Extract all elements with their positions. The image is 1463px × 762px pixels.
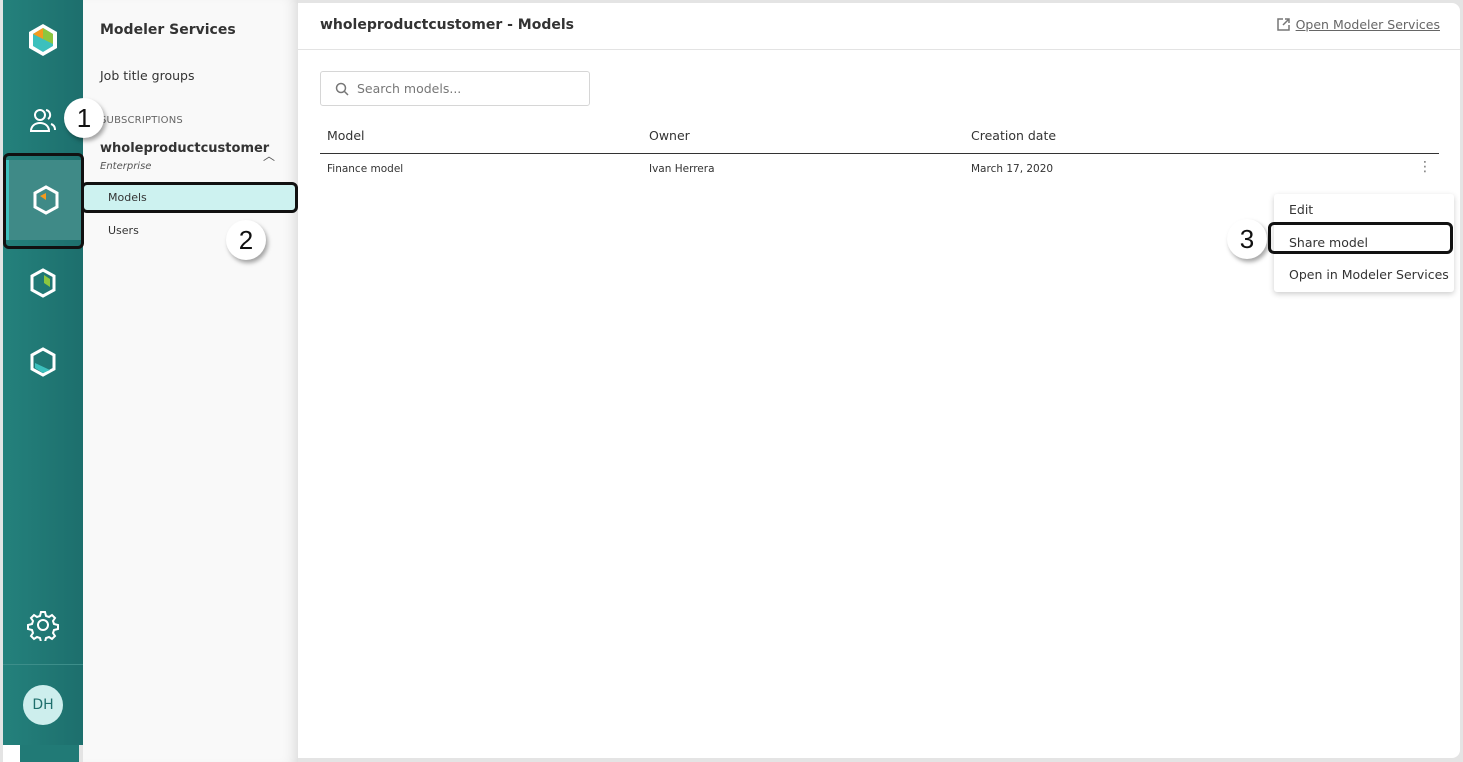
cell-model: Finance model: [327, 163, 404, 175]
secondary-nav: Modeler Services Job title groups SUBSCR…: [83, 0, 298, 762]
menu-item-open-in-modeler[interactable]: Open in Modeler Services: [1274, 259, 1454, 291]
integration-icon[interactable]: [3, 322, 83, 402]
logo-icon[interactable]: [3, 0, 83, 80]
column-header-creation-date[interactable]: Creation date: [971, 128, 1056, 143]
subnav-title: Modeler Services: [100, 22, 236, 38]
chevron-up-icon[interactable]: ︿: [263, 147, 275, 164]
column-header-model[interactable]: Model: [327, 128, 365, 143]
search-icon: [335, 82, 349, 96]
search-box[interactable]: [320, 71, 590, 106]
callout-2: 2: [226, 220, 266, 260]
column-header-owner[interactable]: Owner: [649, 128, 690, 143]
callout-3: 3: [1227, 219, 1267, 259]
rail-tail: [20, 745, 79, 762]
callout-1: 1: [64, 98, 104, 138]
page-title: wholeproductcustomer - Models: [320, 17, 574, 33]
avatar[interactable]: DH: [23, 685, 63, 725]
corner: [3, 745, 20, 762]
highlight-models: [81, 182, 298, 213]
open-modeler-services-link[interactable]: Open Modeler Services: [1276, 17, 1440, 32]
more-options-icon[interactable]: ⋮: [1418, 159, 1432, 175]
open-link-label: Open Modeler Services: [1295, 17, 1440, 32]
cell-date: March 17, 2020: [971, 163, 1054, 175]
job-title-groups-link[interactable]: Job title groups: [100, 68, 194, 83]
search-input[interactable]: [357, 81, 577, 96]
highlight-share-model: [1268, 222, 1453, 254]
highlight-modeler: [3, 153, 84, 249]
main-panel: wholeproductcustomer - Models Open Model…: [298, 3, 1460, 758]
settings-icon[interactable]: [3, 585, 83, 665]
cell-owner: Ivan Herrera: [649, 163, 715, 175]
analytics-icon[interactable]: [3, 243, 83, 323]
header-divider: [320, 153, 1439, 154]
rail-divider: [3, 664, 83, 665]
subscription-plan: Enterprise: [100, 161, 152, 172]
header: wholeproductcustomer - Models Open Model…: [298, 3, 1460, 50]
subscriptions-heading: SUBSCRIPTIONS: [100, 115, 183, 126]
external-link-icon: [1276, 18, 1290, 31]
subscription-name[interactable]: wholeproductcustomer: [100, 141, 269, 156]
